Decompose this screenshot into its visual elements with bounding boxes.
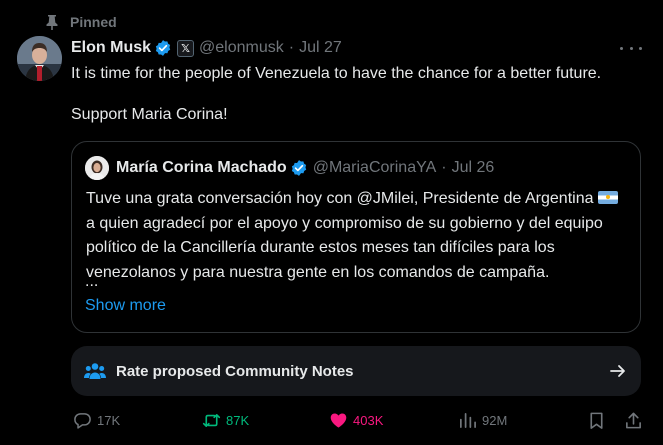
author-avatar-image bbox=[17, 36, 62, 81]
community-notes-label: Rate proposed Community Notes bbox=[116, 362, 354, 380]
share-button[interactable] bbox=[624, 408, 643, 432]
post-actions-bar: 17K 87K 403K 92M bbox=[71, 408, 646, 432]
views-button[interactable]: 92M bbox=[458, 408, 507, 432]
retweet-icon bbox=[202, 413, 221, 427]
pinned-label: Pinned bbox=[70, 14, 117, 30]
separator-dot: · bbox=[441, 159, 447, 176]
verified-badge-icon[interactable] bbox=[290, 159, 308, 177]
show-more-link[interactable]: Show more bbox=[85, 297, 166, 315]
more-options-icon[interactable] bbox=[620, 39, 642, 57]
share-icon bbox=[626, 412, 641, 428]
reply-button[interactable]: 17K bbox=[73, 408, 120, 432]
like-count: 403K bbox=[353, 412, 384, 428]
dot bbox=[639, 46, 642, 50]
post-text: It is time for the people of Venezuela t… bbox=[71, 63, 651, 145]
like-button[interactable]: 403K bbox=[329, 408, 383, 432]
post-paragraph: Support Maria Corina! bbox=[71, 106, 228, 123]
quoted-text-part: Tuve una grata conversación hoy con @JMi… bbox=[86, 190, 594, 207]
pinned-indicator: Pinned bbox=[46, 12, 117, 32]
quoted-author-avatar[interactable] bbox=[85, 156, 109, 180]
arrow-right-icon[interactable] bbox=[609, 362, 627, 380]
argentina-flag-icon bbox=[597, 191, 618, 204]
quoted-author-handle[interactable]: @MariaCorinaYA bbox=[313, 159, 437, 177]
post-header: Elon Musk 𝕏 @elonmusk · Jul 27 bbox=[71, 37, 342, 59]
bookmark-icon bbox=[590, 412, 603, 429]
quoted-text-part: a quien agradecí por el apoyo y compromi… bbox=[86, 214, 603, 281]
retweet-count: 87K bbox=[226, 412, 250, 428]
separator-dot: · bbox=[288, 39, 295, 56]
quoted-ellipsis: ... bbox=[85, 273, 99, 290]
verified-badge-icon[interactable] bbox=[154, 39, 172, 57]
views-chart-icon bbox=[459, 412, 476, 428]
author-name[interactable]: Elon Musk bbox=[71, 39, 151, 57]
quoted-post-date[interactable]: Jul 26 bbox=[452, 159, 495, 177]
reply-icon bbox=[74, 412, 91, 429]
pin-icon bbox=[46, 15, 58, 30]
quoted-avatar-image bbox=[85, 156, 109, 180]
people-icon bbox=[84, 363, 106, 379]
dot bbox=[620, 46, 623, 50]
quoted-post-text: Tuve una grata conversación hoy con @JMi… bbox=[86, 187, 631, 285]
views-count: 92M bbox=[482, 412, 508, 428]
community-notes-button[interactable]: Rate proposed Community Notes bbox=[71, 346, 641, 396]
heart-filled-icon bbox=[330, 412, 347, 428]
retweet-button[interactable]: 87K bbox=[202, 408, 249, 432]
post-paragraph: It is time for the people of Venezuela t… bbox=[71, 65, 602, 82]
quoted-author-name[interactable]: María Corina Machado bbox=[116, 159, 287, 177]
reply-count: 17K bbox=[97, 412, 121, 428]
author-avatar[interactable] bbox=[17, 36, 62, 81]
quoted-post-header: María Corina Machado @MariaCorinaYA · Ju… bbox=[116, 157, 494, 179]
post-date[interactable]: Jul 27 bbox=[299, 39, 342, 57]
dot bbox=[629, 46, 633, 50]
author-handle[interactable]: @elonmusk bbox=[199, 39, 284, 57]
quoted-post[interactable]: María Corina Machado @MariaCorinaYA · Ju… bbox=[71, 141, 641, 333]
bookmark-button[interactable] bbox=[587, 408, 606, 432]
x-affiliation-icon[interactable]: 𝕏 bbox=[177, 39, 195, 57]
